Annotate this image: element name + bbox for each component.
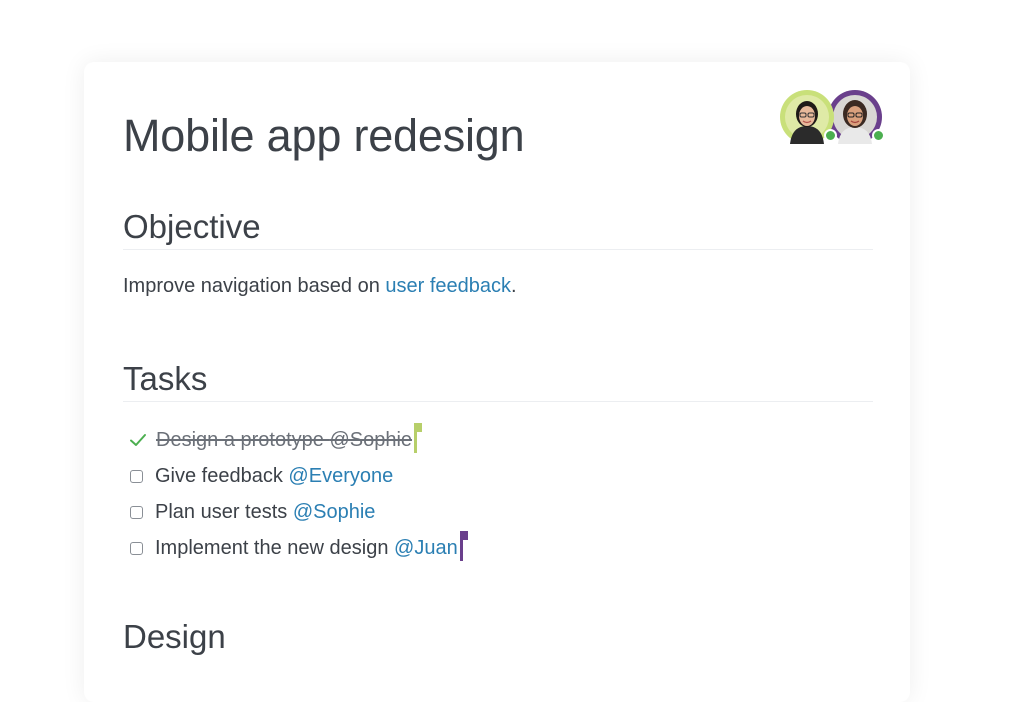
task-label: Give feedback (155, 464, 289, 487)
online-status-dot (872, 129, 885, 142)
task-item: Give feedback @Everyone (128, 458, 463, 494)
mention-sophie[interactable]: @Sophie (329, 429, 412, 451)
task-text[interactable]: Plan user tests @Sophie (155, 501, 375, 524)
checkbox-icon[interactable] (130, 469, 143, 483)
objective-text-end: . (511, 275, 517, 297)
task-label: Implement the new design (155, 536, 395, 559)
collaborator-cursor-juan (459, 531, 468, 561)
objective-text: Improve navigation based on (123, 275, 386, 297)
document-card: Mobile app redesign Objective Improve na… (84, 62, 910, 702)
check-icon[interactable] (128, 430, 148, 450)
collaborator-cursor-sophie (414, 423, 423, 453)
design-heading[interactable]: Design (123, 617, 226, 657)
heading-divider (123, 401, 873, 402)
avatar-sophie[interactable] (780, 90, 837, 144)
heading-divider (123, 249, 873, 250)
task-item: Design a prototype @Sophie (128, 422, 463, 458)
online-status-dot (824, 129, 837, 142)
user-feedback-link[interactable]: user feedback (385, 275, 511, 297)
task-item: Implement the new design @Juan (128, 530, 468, 566)
task-list: Design a prototype @Sophie Give feedback… (128, 422, 468, 566)
objective-paragraph[interactable]: Improve navigation based on user feedbac… (123, 273, 517, 299)
page-title[interactable]: Mobile app redesign (123, 108, 525, 164)
mention-sophie[interactable]: @Sophie (293, 501, 376, 523)
objective-heading[interactable]: Objective (123, 207, 261, 247)
mention-everyone[interactable]: @Everyone (288, 465, 393, 487)
mention-juan[interactable]: @Juan (394, 537, 458, 559)
task-text[interactable]: Design a prototype @Sophie (156, 429, 412, 452)
task-item: Plan user tests @Sophie (128, 494, 463, 530)
tasks-heading[interactable]: Tasks (123, 359, 207, 399)
checkbox-icon[interactable] (130, 541, 143, 555)
task-label: Design a prototype (156, 428, 330, 451)
task-text[interactable]: Implement the new design @Juan (155, 537, 458, 560)
task-text[interactable]: Give feedback @Everyone (155, 465, 393, 488)
cursor-flag (414, 423, 423, 432)
cursor-flag (459, 531, 468, 540)
checkbox-icon[interactable] (130, 505, 143, 519)
collaborator-avatars (780, 90, 885, 148)
task-label: Plan user tests (155, 500, 293, 523)
